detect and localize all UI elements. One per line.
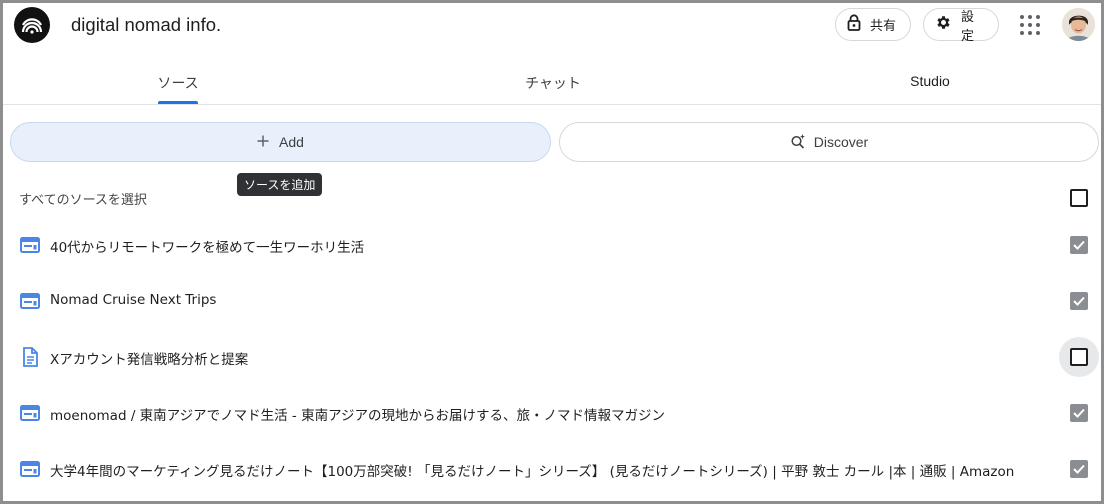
tab-chat[interactable]: チャット: [498, 59, 608, 107]
add-source-tooltip: ソースを追加: [237, 173, 323, 196]
tab-studio[interactable]: Studio: [875, 59, 985, 107]
share-button[interactable]: 共有: [835, 8, 911, 41]
source-title: moenomad / 東南アジアでノマド生活 - 東南アジアの現地からお届けする…: [50, 408, 666, 424]
source-checkbox[interactable]: [1070, 236, 1088, 254]
discover-sources-button[interactable]: Discover: [559, 122, 1099, 162]
source-row[interactable]: moenomad / 東南アジアでノマド生活 - 東南アジアの現地からお届けする…: [3, 393, 1101, 433]
source-checkbox[interactable]: [1070, 460, 1088, 478]
add-source-button[interactable]: Add: [10, 122, 551, 162]
checkmark-icon: [1073, 296, 1085, 306]
apps-grid-icon[interactable]: [1018, 13, 1042, 37]
source-title: 40代からリモートワークを極めて一生ワーホリ生活: [50, 240, 365, 256]
avatar[interactable]: [1062, 8, 1095, 41]
source-row[interactable]: Xアカウント発信戦略分析と提案: [3, 337, 1101, 377]
notebook-window: digital nomad info. 共有 設定 ソース チャット Studi…: [3, 3, 1101, 501]
select-all-checkbox[interactable]: [1070, 189, 1088, 207]
source-title: Xアカウント発信戦略分析と提案: [50, 352, 249, 368]
checkmark-icon: [1073, 240, 1085, 250]
tab-sources[interactable]: ソース: [123, 59, 233, 107]
checkmark-icon: [1073, 408, 1085, 418]
settings-label: 設定: [961, 9, 975, 44]
web-source-icon: [19, 234, 41, 256]
source-checkbox[interactable]: [1070, 348, 1088, 366]
source-row[interactable]: 大学4年間のマーケティング見るだけノート【100万部突破! 「見るだけノート」シ…: [3, 449, 1101, 489]
web-source-icon: [19, 458, 41, 480]
gear-icon: [935, 14, 952, 35]
settings-button[interactable]: 設定: [923, 8, 999, 44]
source-checkbox[interactable]: [1070, 404, 1088, 422]
add-label: Add: [279, 134, 304, 150]
checkmark-icon: [1073, 464, 1085, 474]
source-row[interactable]: Nomad Cruise Next Trips: [3, 281, 1101, 321]
web-source-icon: [19, 402, 41, 424]
web-source-icon: [19, 290, 41, 312]
share-label: 共有: [870, 19, 897, 34]
select-all-label: すべてのソースを選択: [19, 193, 147, 208]
document-source-icon: [19, 346, 41, 368]
lock-icon: [847, 14, 861, 35]
search-sparkle-icon: [790, 133, 806, 152]
tabs-divider: [3, 104, 1101, 105]
discover-label: Discover: [813, 134, 869, 150]
source-title: Nomad Cruise Next Trips: [50, 292, 217, 308]
source-row[interactable]: 40代からリモートワークを極めて一生ワーホリ生活: [3, 225, 1101, 265]
notebooklm-logo-icon[interactable]: [14, 7, 50, 43]
source-checkbox[interactable]: [1070, 292, 1088, 310]
source-title: 大学4年間のマーケティング見るだけノート【100万部突破! 「見るだけノート」シ…: [50, 464, 1015, 480]
plus-icon: [257, 134, 269, 150]
notebook-title[interactable]: digital nomad info.: [71, 14, 221, 36]
